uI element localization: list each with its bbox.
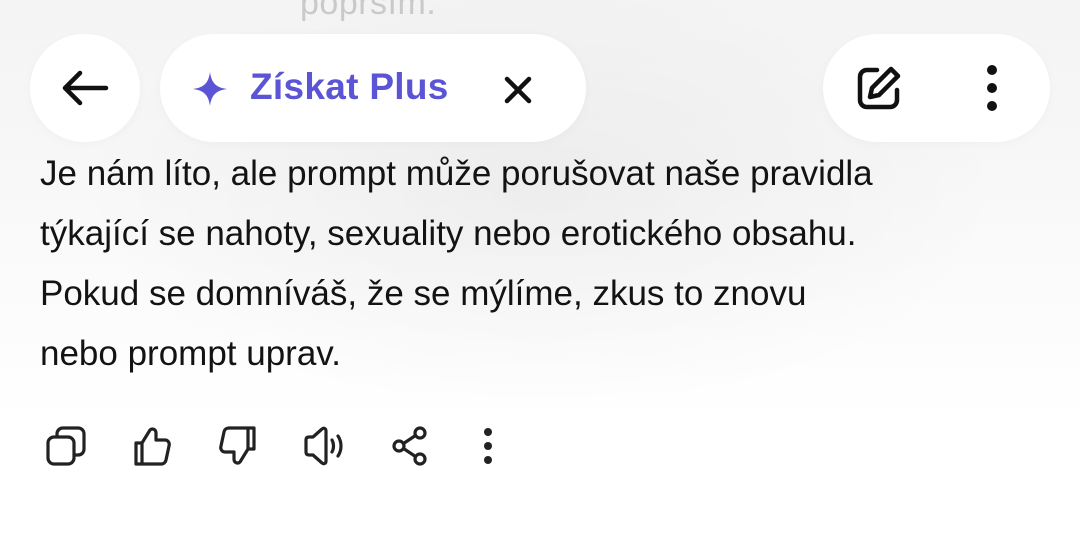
more-vertical-icon[interactable] — [977, 62, 1007, 114]
share-icon — [388, 424, 432, 468]
previous-message-fragment: poprsím. — [300, 0, 437, 22]
assistant-message: Je nám líto, ale prompt může porušovat n… — [40, 154, 873, 373]
read-aloud-button[interactable] — [298, 420, 350, 472]
thumbs-down-button[interactable] — [212, 420, 264, 472]
close-icon[interactable] — [500, 72, 536, 108]
copy-icon — [44, 424, 88, 468]
thumbs-down-icon — [216, 424, 260, 468]
upgrade-banner: Získat Plus — [160, 34, 586, 142]
thumbs-up-icon — [130, 424, 174, 468]
share-button[interactable] — [384, 420, 436, 472]
header-actions — [823, 34, 1050, 142]
speaker-icon — [302, 424, 346, 468]
sparkle-icon — [192, 71, 228, 107]
edit-icon[interactable] — [853, 62, 905, 114]
arrow-left-icon — [60, 68, 110, 108]
back-button[interactable] — [30, 34, 140, 142]
copy-button[interactable] — [40, 420, 92, 472]
thumbs-up-button[interactable] — [126, 420, 178, 472]
more-vertical-icon — [478, 424, 498, 468]
message-more-button[interactable] — [462, 420, 514, 472]
upgrade-button[interactable]: Získat Plus — [250, 66, 449, 108]
